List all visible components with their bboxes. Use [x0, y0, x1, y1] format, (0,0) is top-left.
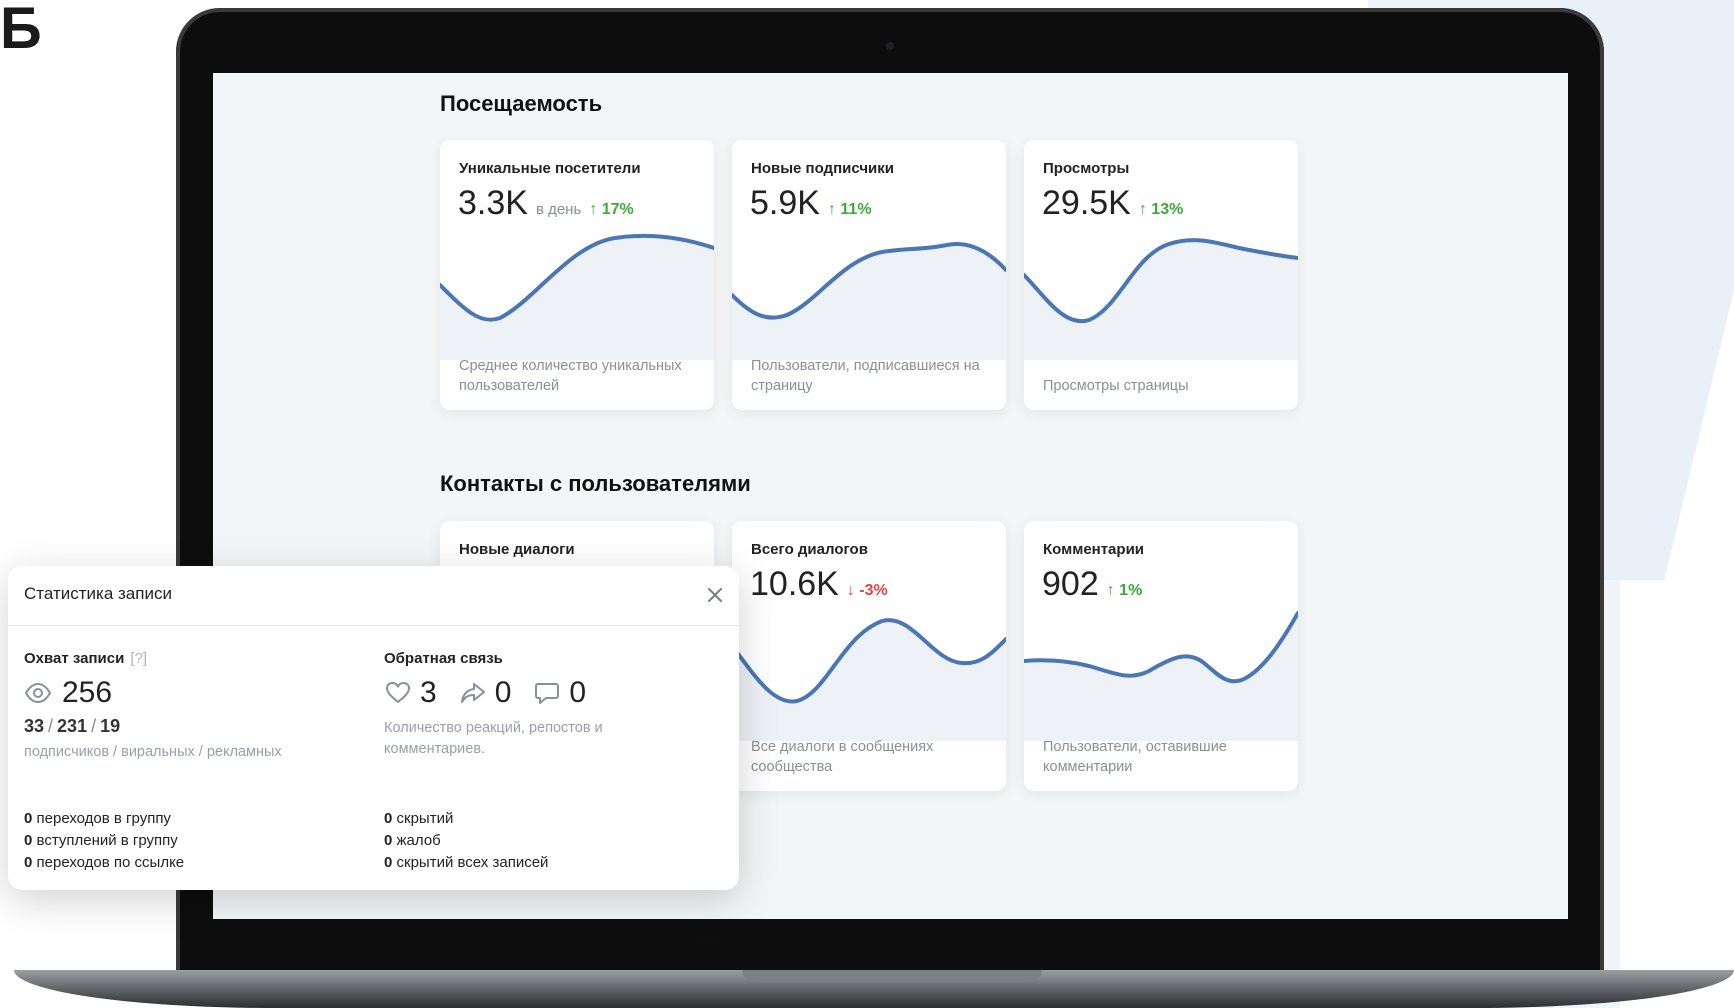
card-delta: ↑ 17% — [589, 201, 634, 218]
card-description: Просмотры страницы — [1043, 378, 1189, 394]
stat-number: 0 — [24, 832, 33, 849]
card-description: Пользователи, подписавшиеся на страницу — [751, 358, 980, 394]
stat-number: 0 — [24, 810, 33, 827]
sparkline-chart — [440, 233, 714, 360]
card-title: Уникальные посетители — [459, 160, 641, 177]
stat-label: скрытий всех записей — [396, 854, 549, 871]
card-value: 29.5K — [1042, 184, 1131, 222]
list-item: 0 жалоб — [384, 830, 548, 852]
list-item: 0 вступлений в группу — [24, 830, 184, 852]
popup-title: Статистика записи — [24, 584, 172, 603]
card-value-row: 3.3K в день ↑ 17% — [458, 184, 634, 223]
card-value: 3.3K — [458, 184, 528, 222]
heart-icon — [386, 682, 410, 703]
shares-value: 0 — [494, 676, 512, 709]
reach-split: 33/231/19 — [24, 716, 121, 736]
split-subscribers: 33 — [24, 716, 45, 736]
card-value: 902 — [1042, 565, 1099, 603]
card-description: Пользователи, оставившие комментарии — [1043, 739, 1227, 775]
list-item: 0 переходов в группу — [24, 808, 184, 830]
reach-value: 256 — [62, 676, 113, 709]
stat-label: скрытий — [396, 810, 454, 827]
card-value: 10.6K — [750, 565, 839, 603]
stat-number: 0 — [24, 854, 33, 871]
card-views[interactable]: Просмотры 29.5K ↑ 13% Просмотры страницы — [1024, 140, 1298, 410]
likes-counter: 3 — [384, 676, 437, 710]
comments-value: 0 — [569, 676, 587, 709]
card-delta: ↑ 1% — [1106, 582, 1143, 599]
section-title-attendance: Посещаемость — [440, 91, 603, 116]
card-value-row: 10.6K ↓ -3% — [750, 565, 888, 604]
card-delta: ↓ -3% — [846, 582, 888, 599]
split-viral: 231 — [57, 716, 88, 736]
split-ads: 19 — [100, 716, 121, 736]
card-value-row: 29.5K ↑ 13% — [1042, 184, 1183, 223]
stat-label: жалоб — [396, 832, 441, 849]
stat-label: вступлений в группу — [36, 832, 178, 849]
share-icon — [460, 683, 485, 703]
stat-label: переходов по ссылке — [36, 854, 185, 871]
laptop-notch — [742, 970, 1042, 982]
eye-icon — [24, 682, 52, 704]
section-title-contacts: Контакты с пользователями — [440, 471, 751, 496]
stat-number: 0 — [384, 810, 393, 827]
stat-number: 0 — [384, 832, 393, 849]
split-caption: подписчиков / виральных / рекламных — [24, 744, 282, 760]
feedback-row: 3 0 0 — [384, 676, 608, 710]
stat-label: переходов в группу — [36, 810, 171, 827]
list-item: 0 переходов по ссылке — [24, 852, 184, 874]
reach-title: Охват записи [?] — [24, 650, 147, 667]
card-delta: ↑ 13% — [1138, 201, 1184, 218]
card-delta: ↑ 11% — [827, 201, 872, 218]
card-description: Все диалоги в сообщениях сообщества — [751, 739, 934, 775]
card-unique-visitors[interactable]: Уникальные посетители 3.3K в день ↑ 17% … — [440, 140, 714, 410]
right-stats-list: 0 скрытий 0 жалоб 0 скрытий всех записей — [384, 808, 548, 874]
card-title: Комментарии — [1043, 541, 1145, 558]
comments-counter: 0 — [533, 676, 586, 710]
feedback-title: Обратная связь — [384, 650, 503, 667]
card-new-subscribers[interactable]: Новые подписчики 5.9K ↑ 11% Пользователи… — [732, 140, 1006, 410]
camera-dot — [886, 42, 894, 50]
card-unit: в день — [535, 201, 582, 218]
shares-counter: 0 — [459, 676, 512, 710]
card-title: Новые диалоги — [459, 541, 575, 558]
sparkline-chart — [732, 618, 1006, 741]
left-stats-list: 0 переходов в группу 0 вступлений в груп… — [24, 808, 184, 874]
card-value-row: 902 ↑ 1% — [1042, 565, 1142, 604]
feedback-caption: Количество реакций, репостов и комментар… — [384, 720, 603, 757]
list-item: 0 скрытий всех записей — [384, 852, 548, 874]
stat-number: 0 — [384, 854, 393, 871]
sparkline-chart — [732, 242, 1006, 360]
reach-row: 256 — [24, 676, 112, 710]
card-title: Просмотры — [1043, 160, 1130, 177]
card-value-row: 5.9K ↑ 11% — [750, 184, 872, 223]
comment-icon — [535, 683, 560, 704]
post-stats-popup: Статистика записи Охват записи [?] 256 33… — [8, 566, 739, 890]
reach-title-text: Охват записи — [24, 650, 125, 667]
card-description: Среднее количество уникальных пользовате… — [459, 358, 682, 394]
card-comments[interactable]: Комментарии 902 ↑ 1% Пользователи, остав… — [1024, 521, 1298, 791]
list-item: 0 скрытий — [384, 808, 548, 830]
close-icon[interactable] — [702, 582, 728, 608]
likes-value: 3 — [420, 676, 437, 709]
corner-letter: Б — [0, 0, 42, 61]
popup-header: Статистика записи — [8, 566, 739, 626]
sparkline-chart — [1024, 611, 1298, 741]
card-title: Новые подписчики — [751, 160, 894, 177]
sparkline-chart — [1024, 238, 1298, 360]
card-value: 5.9K — [750, 184, 820, 222]
reach-help-link[interactable]: [?] — [130, 650, 147, 667]
card-total-dialogs[interactable]: Всего диалогов 10.6K ↓ -3% Все диалоги в… — [732, 521, 1006, 791]
card-title: Всего диалогов — [751, 541, 868, 558]
